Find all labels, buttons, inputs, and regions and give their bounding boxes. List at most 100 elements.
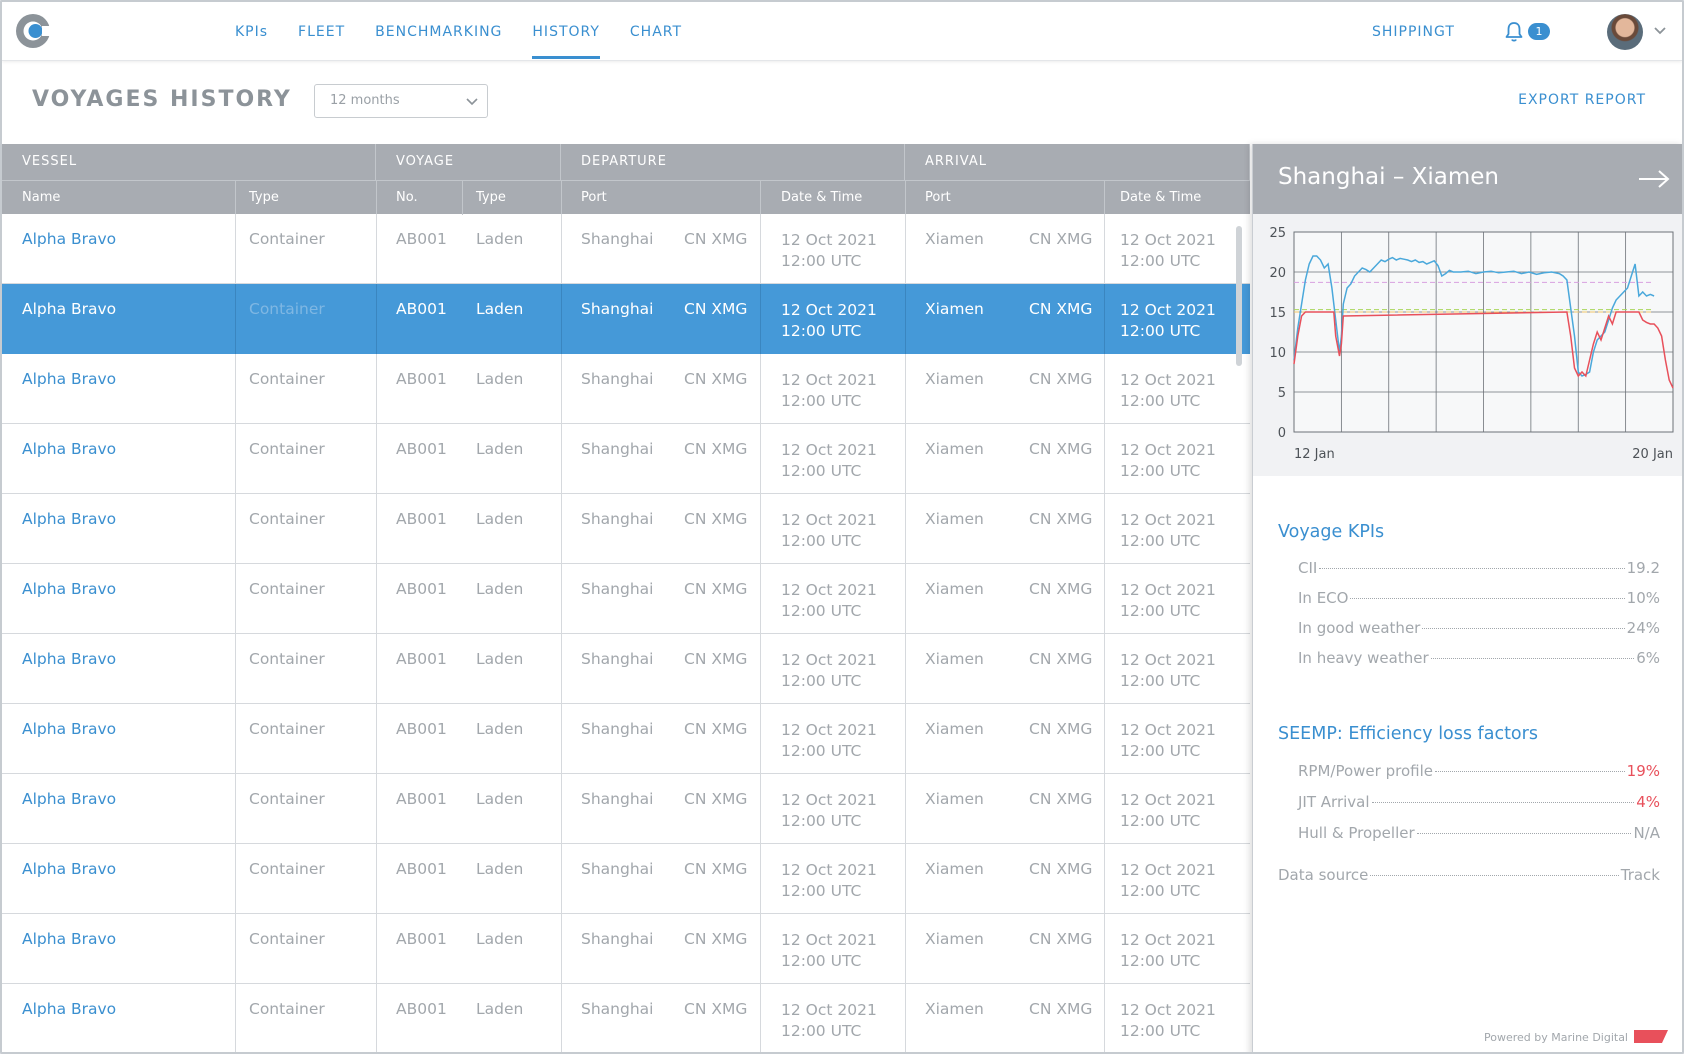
kpi-value: 10% (1626, 589, 1660, 607)
arr-time: 12:00 UTC (1120, 322, 1201, 340)
column-divider (1104, 494, 1105, 564)
vessel-name-link[interactable]: Alpha Bravo (22, 440, 116, 458)
vessel-name-link[interactable]: Alpha Bravo (22, 230, 116, 248)
vessel-name-link[interactable]: Alpha Bravo (22, 510, 116, 528)
arrival-port: Xiamen (925, 1000, 984, 1018)
vessel-name-link[interactable]: Alpha Bravo (22, 720, 116, 738)
arrival-port: Xiamen (925, 440, 984, 458)
column-divider (235, 284, 236, 354)
arrival-datetime: 12 Oct 2021 12:00 UTC (1120, 930, 1216, 972)
column-header-voyage-type[interactable]: Type (476, 181, 506, 215)
table-row[interactable]: Alpha Bravo Container AB001 Laden Shanghai CN… (2, 914, 1250, 984)
period-select[interactable]: 12 months (314, 84, 488, 118)
voyage-detail-panel: Shanghai – Xiamen 0 5 10 15 20 25 12 Jan 20 Jan… (1252, 144, 1682, 1052)
column-header-vessel-type[interactable]: Type (249, 181, 279, 215)
table-row[interactable]: Alpha Bravo Container AB001 Laden Shanghai CN… (2, 354, 1250, 424)
chart-y-tick-label: 5 (1278, 386, 1286, 401)
kpi-label: In good weather (1298, 619, 1421, 637)
arrival-port-code: CN XMG (1029, 510, 1093, 528)
column-divider (235, 704, 236, 774)
column-divider (235, 844, 236, 914)
arrival-datetime: 12 Oct 2021 12:00 UTC (1120, 580, 1216, 622)
departure-port: Shanghai (581, 930, 654, 948)
departure-port-code: CN XMG (684, 510, 748, 528)
vessel-type: Container (249, 1000, 325, 1018)
vessel-name-link[interactable]: Alpha Bravo (22, 300, 116, 318)
vessel-name-link[interactable]: Alpha Bravo (22, 580, 116, 598)
column-divider (561, 424, 562, 494)
arrival-datetime: 12 Oct 2021 12:00 UTC (1120, 720, 1216, 762)
voyage-number: AB001 (396, 580, 447, 598)
column-divider (235, 914, 236, 984)
vessel-name-link[interactable]: Alpha Bravo (22, 650, 116, 668)
column-header-voyage-no[interactable]: No. (396, 181, 418, 215)
nav-item-benchmarking[interactable]: BENCHMARKING (360, 2, 517, 61)
chart-y-tick-label: 10 (1269, 346, 1286, 361)
arrival-datetime: 12 Oct 2021 12:00 UTC (1120, 230, 1216, 272)
column-header-departure-datetime[interactable]: Date & Time (781, 181, 862, 215)
export-report-button[interactable]: EXPORT REPORT (1518, 92, 1646, 108)
column-divider (760, 914, 761, 984)
user-avatar[interactable] (1607, 14, 1643, 50)
bell-icon[interactable] (1502, 20, 1526, 44)
dotted-leader (1430, 658, 1635, 659)
arrow-right-icon[interactable] (1637, 168, 1671, 190)
chevron-down-icon[interactable] (1652, 22, 1668, 38)
arrival-port: Xiamen (925, 230, 984, 248)
vessel-name-link[interactable]: Alpha Bravo (22, 1000, 116, 1018)
table-row[interactable]: Alpha Bravo Container AB001 Laden Shanghai CN… (2, 564, 1250, 634)
dep-time: 12:00 UTC (781, 812, 862, 830)
column-divider (561, 494, 562, 564)
table-row[interactable]: Alpha Bravo Container AB001 Laden Shanghai CN… (2, 704, 1250, 774)
arrival-datetime: 12 Oct 2021 12:00 UTC (1120, 1000, 1216, 1042)
notification-badge[interactable]: 1 (1528, 23, 1550, 40)
departure-datetime: 12 Oct 2021 12:00 UTC (781, 370, 877, 412)
nav-item-fleet[interactable]: FLEET (283, 2, 360, 61)
nav-item-chart[interactable]: CHART (615, 2, 697, 61)
departure-port: Shanghai (581, 230, 654, 248)
arrival-port: Xiamen (925, 650, 984, 668)
vessel-name-link[interactable]: Alpha Bravo (22, 370, 116, 388)
column-divider (235, 634, 236, 704)
departure-port: Shanghai (581, 300, 654, 318)
table-row[interactable]: Alpha Bravo Container AB001 Laden Shanghai CN… (2, 634, 1250, 704)
column-divider (561, 564, 562, 634)
table-row[interactable]: Alpha Bravo Container AB001 Laden Shanghai CN… (2, 214, 1250, 284)
nav-item-history[interactable]: HISTORY (517, 2, 615, 61)
table-row[interactable]: Alpha Bravo Container AB001 Laden Shanghai CN… (2, 844, 1250, 914)
column-header-departure-port[interactable]: Port (581, 181, 607, 215)
column-divider (376, 284, 377, 354)
departure-port-code: CN XMG (684, 790, 748, 808)
arr-time: 12:00 UTC (1120, 252, 1201, 270)
voyage-number: AB001 (396, 510, 447, 528)
column-header-arrival-port[interactable]: Port (925, 181, 951, 215)
arr-date: 12 Oct 2021 (1120, 931, 1216, 949)
arr-date: 12 Oct 2021 (1120, 231, 1216, 249)
vessel-name-link[interactable]: Alpha Bravo (22, 790, 116, 808)
vessel-name-link[interactable]: Alpha Bravo (22, 860, 116, 878)
column-divider (905, 494, 906, 564)
table-scrollbar[interactable] (1236, 226, 1242, 366)
column-header-name[interactable]: Name (22, 181, 60, 215)
company-logo-icon[interactable] (14, 12, 52, 50)
nav-item-kpis[interactable]: KPIs (220, 2, 283, 61)
column-divider (760, 774, 761, 844)
vessel-type: Container (249, 440, 325, 458)
table-row[interactable]: Alpha Bravo Container AB001 Laden Shanghai CN… (2, 774, 1250, 844)
column-header-arrival-datetime[interactable]: Date & Time (1120, 181, 1201, 215)
column-divider (561, 634, 562, 704)
table-row[interactable]: Alpha Bravo Container AB001 Laden Shanghai CN… (2, 494, 1250, 564)
departure-port-code: CN XMG (684, 370, 748, 388)
vessel-type: Container (249, 370, 325, 388)
dep-date: 12 Oct 2021 (781, 511, 877, 529)
table-row[interactable]: Alpha Bravo Container AB001 Laden Shanghai CN… (2, 424, 1250, 494)
table-row[interactable]: Alpha Bravo Container AB001 Laden Shanghai CN… (2, 984, 1250, 1052)
vessel-name-link[interactable]: Alpha Bravo (22, 930, 116, 948)
voyage-number: AB001 (396, 720, 447, 738)
table-row[interactable]: Alpha Bravo Container AB001 Laden Shanghai CN… (2, 284, 1250, 354)
column-divider (1104, 704, 1105, 774)
voyage-number: AB001 (396, 650, 447, 668)
voyage-type: Laden (476, 860, 524, 878)
dep-time: 12:00 UTC (781, 462, 862, 480)
company-name[interactable]: SHIPPINGT (1372, 2, 1455, 62)
